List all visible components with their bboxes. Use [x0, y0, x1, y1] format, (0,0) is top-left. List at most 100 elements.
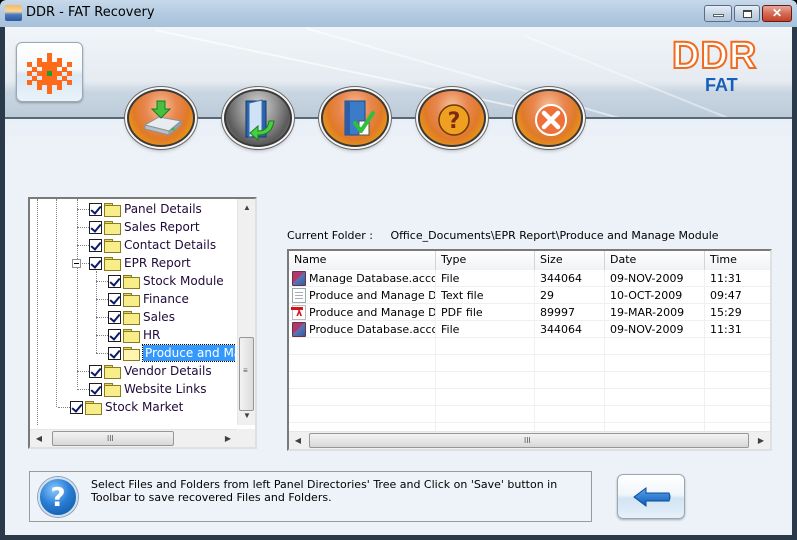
cell-date: 19-MAR-2009	[605, 304, 705, 321]
cell-type	[436, 389, 535, 406]
empty-row	[289, 406, 770, 423]
table-row[interactable]: Produce and Manage D... Text file 29 10-OCT…	[289, 287, 770, 304]
tree-horizontal-scrollbar[interactable]: ◀ III ▶	[30, 429, 237, 447]
app-logo	[16, 42, 83, 102]
tree-item-label: Stock Module	[143, 274, 224, 288]
cell-size	[535, 389, 605, 406]
tree-item[interactable]: Produce and Mar	[108, 344, 235, 362]
file-list[interactable]: Name Type Size Date Time Manage Database…	[287, 249, 772, 451]
back-button[interactable]	[617, 474, 685, 519]
tree-checkbox[interactable]	[89, 364, 102, 378]
scroll-thumb[interactable]: ≡	[239, 337, 254, 411]
table-row[interactable]: Produce Database.accdb File 344064 09-NOV-2…	[289, 321, 770, 338]
exit-button[interactable]	[515, 89, 583, 147]
scroll-left-arrow-icon[interactable]: ◀	[289, 432, 307, 449]
tree-item[interactable]: Panel Details	[89, 200, 202, 218]
tree-checkbox[interactable]	[108, 274, 121, 288]
folder-open-icon	[123, 346, 140, 361]
help-button[interactable]: ?	[418, 89, 486, 147]
empty-row	[289, 389, 770, 406]
scroll-right-arrow-icon[interactable]: ▶	[752, 432, 770, 449]
tree-checkbox[interactable]	[108, 310, 121, 324]
scroll-down-arrow-icon[interactable]: ▼	[238, 407, 255, 425]
current-folder-path: Office_Documents\EPR Report\Produce and …	[390, 229, 719, 242]
column-header-name[interactable]: Name	[289, 251, 436, 270]
list-horizontal-scrollbar[interactable]: ◀ III ▶	[289, 431, 770, 449]
tree-item[interactable]: Website Links	[89, 380, 206, 398]
scroll-thumb[interactable]: III	[52, 431, 174, 446]
cell-size: 344064	[535, 321, 605, 338]
cell-time: 11:31	[705, 270, 770, 287]
cell-name	[289, 389, 436, 406]
cell-name: Produce and Manage D...	[289, 304, 436, 321]
collapse-toggle-icon[interactable]	[72, 259, 81, 268]
tree-item-label: Produce and Mar	[141, 344, 235, 362]
tree-item[interactable]: EPR Report	[89, 254, 191, 272]
tree-item[interactable]: Vendor Details	[89, 362, 212, 380]
cell-date	[605, 372, 705, 389]
cell-type	[436, 355, 535, 372]
about-button[interactable]	[321, 89, 389, 147]
tree-item[interactable]: Stock Market	[70, 398, 183, 416]
logo-center-dot	[47, 71, 52, 76]
empty-row	[289, 338, 770, 355]
tree-checkbox[interactable]	[70, 400, 83, 414]
tree-checkbox[interactable]	[108, 328, 121, 342]
scroll-up-arrow-icon[interactable]: ▲	[238, 199, 255, 217]
cell-name	[289, 355, 436, 372]
tree-checkbox[interactable]	[89, 382, 102, 396]
tree-item[interactable]: Sales	[108, 308, 175, 326]
tree-checkbox[interactable]	[89, 238, 102, 252]
tree-checkbox[interactable]	[89, 202, 102, 216]
tree-item-label: HR	[143, 328, 161, 342]
cell-type	[436, 372, 535, 389]
cell-name: Manage Database.accdb	[289, 270, 436, 287]
tree-checkbox[interactable]	[108, 292, 121, 306]
scroll-thumb[interactable]: III	[309, 433, 749, 448]
directory-tree[interactable]: Panel Details Sales Report Contact Details…	[28, 197, 257, 449]
column-header-size[interactable]: Size	[535, 251, 605, 270]
accdb-file-icon	[292, 271, 306, 286]
column-header-type[interactable]: Type	[436, 251, 535, 270]
folder-icon	[104, 238, 121, 253]
file-name: Produce Database.accdb	[309, 323, 436, 336]
minimize-button[interactable]	[704, 5, 732, 22]
tree-guide-line	[96, 281, 108, 282]
logo-dot	[57, 84, 62, 90]
tree-vertical-scrollbar[interactable]: ▲ ≡ ▼	[237, 199, 255, 425]
app-window: DDR - FAT Recovery ✕ DDR FAT ? Panel Det…	[0, 0, 797, 540]
save-button[interactable]	[127, 89, 195, 147]
scroll-left-arrow-icon[interactable]: ◀	[30, 430, 48, 447]
tree-checkbox[interactable]	[89, 220, 102, 234]
tree-item-label: Sales	[143, 310, 175, 324]
tree-item[interactable]: Sales Report	[89, 218, 200, 236]
tree-item-label: Finance	[143, 292, 189, 306]
cell-name: Produce Database.accdb	[289, 321, 436, 338]
tree-item-label: Vendor Details	[124, 364, 212, 378]
scroll-right-arrow-icon[interactable]: ▶	[219, 430, 237, 447]
table-row[interactable]: Manage Database.accdb File 344064 09-NOV-20…	[289, 270, 770, 287]
scroll-grip-icon: III	[107, 434, 114, 443]
cell-type: File	[436, 321, 535, 338]
file-name: Produce and Manage D...	[309, 306, 436, 319]
logo-dot	[67, 80, 72, 85]
tree-item[interactable]: Finance	[108, 290, 189, 308]
table-row[interactable]: Produce and Manage D...PDF file8999719-M…	[289, 304, 770, 321]
current-folder: Current Folder : Office_Documents\EPR Re…	[287, 229, 719, 242]
cell-name	[289, 338, 436, 355]
tree-guide-line	[77, 209, 89, 210]
maximize-button[interactable]	[734, 5, 760, 22]
tree-guide-line	[37, 199, 38, 425]
tree-guide-line	[96, 335, 108, 336]
tree-item[interactable]: Stock Module	[108, 272, 224, 290]
close-button[interactable]: ✕	[762, 5, 792, 22]
open-button[interactable]	[224, 89, 292, 147]
tree-item[interactable]: Contact Details	[89, 236, 216, 254]
tree-checkbox[interactable]	[108, 346, 121, 360]
tree-checkbox[interactable]	[89, 256, 102, 270]
tree-item[interactable]: HR	[108, 326, 160, 344]
tree-item-label: Website Links	[124, 382, 207, 396]
column-header-date[interactable]: Date	[605, 251, 705, 270]
maximize-icon	[743, 10, 752, 18]
column-header-time[interactable]: Time	[705, 251, 770, 270]
